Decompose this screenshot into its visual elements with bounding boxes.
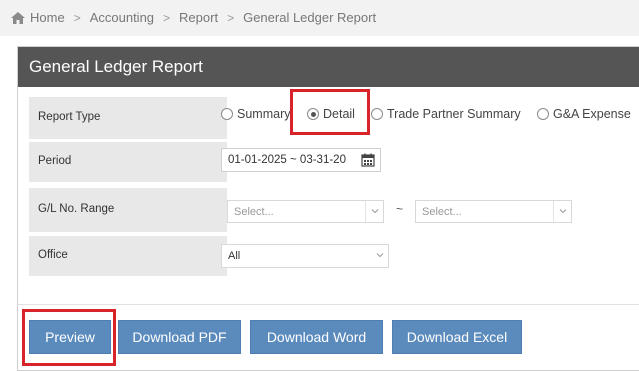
chevron-down-icon [376,253,384,258]
radio-summary-circle[interactable] [221,108,233,120]
download-pdf-button[interactable]: Download PDF [118,320,241,354]
panel-title: General Ledger Report [29,57,203,76]
highlight-detail [290,89,370,135]
highlight-preview [22,309,116,366]
radio-trade-partner-label: Trade Partner Summary [387,107,521,121]
gl-from-caret[interactable] [365,201,383,222]
home-icon [11,11,25,24]
breadcrumb-report[interactable]: Report [179,10,218,25]
panel-header: General Ledger Report [18,47,639,87]
gl-range-label: G/L No. Range [38,203,115,215]
report-panel: General Ledger Report Report Type Summar… [17,46,639,371]
office-select[interactable]: All [221,244,389,268]
download-excel-button[interactable]: Download Excel [392,320,522,354]
breadcrumb-separator: > [163,10,171,25]
calendar-icon[interactable] [361,153,375,167]
period-label: Period [38,155,72,167]
period-label-cell: Period [29,142,227,182]
office-label-cell: Office [29,236,227,276]
breadcrumb-separator: > [227,10,235,25]
radio-ga-expense[interactable]: G&A Expense [537,107,631,121]
office-value: All [228,250,241,262]
report-type-label: Report Type [38,111,101,123]
breadcrumb-separator: > [73,10,81,25]
gl-to-caret[interactable] [553,201,571,222]
radio-ga-expense-circle[interactable] [537,108,549,120]
gl-from-placeholder: Select... [234,206,274,218]
gl-to-select[interactable]: Select... [415,200,572,223]
range-tilde: ~ [396,202,404,216]
office-label: Office [38,249,68,261]
panel-divider [18,304,639,305]
radio-trade-partner-summary[interactable]: Trade Partner Summary [371,107,521,121]
gl-to-placeholder: Select... [422,206,462,218]
radio-trade-partner-circle[interactable] [371,108,383,120]
radio-summary-label: Summary [237,107,291,121]
download-word-button[interactable]: Download Word [250,320,383,354]
office-caret[interactable] [371,245,388,267]
breadcrumb-current: General Ledger Report [243,10,377,25]
breadcrumb-accounting[interactable]: Accounting [90,10,154,25]
radio-summary[interactable]: Summary [221,107,290,121]
chevron-down-icon [559,209,567,214]
report-type-label-cell: Report Type [29,97,227,139]
gl-from-select[interactable]: Select... [227,200,384,223]
period-input[interactable]: 01-01-2025 ~ 03-31-20 [221,148,381,172]
breadcrumb: Home > Accounting > Report > General Led… [0,0,639,36]
breadcrumb-home[interactable]: Home [30,10,65,25]
radio-ga-expense-label: G&A Expense [553,107,631,121]
period-value: 01-01-2025 ~ 03-31-20 [228,154,346,166]
gl-range-label-cell: G/L No. Range [29,188,227,232]
chevron-down-icon [371,209,379,214]
